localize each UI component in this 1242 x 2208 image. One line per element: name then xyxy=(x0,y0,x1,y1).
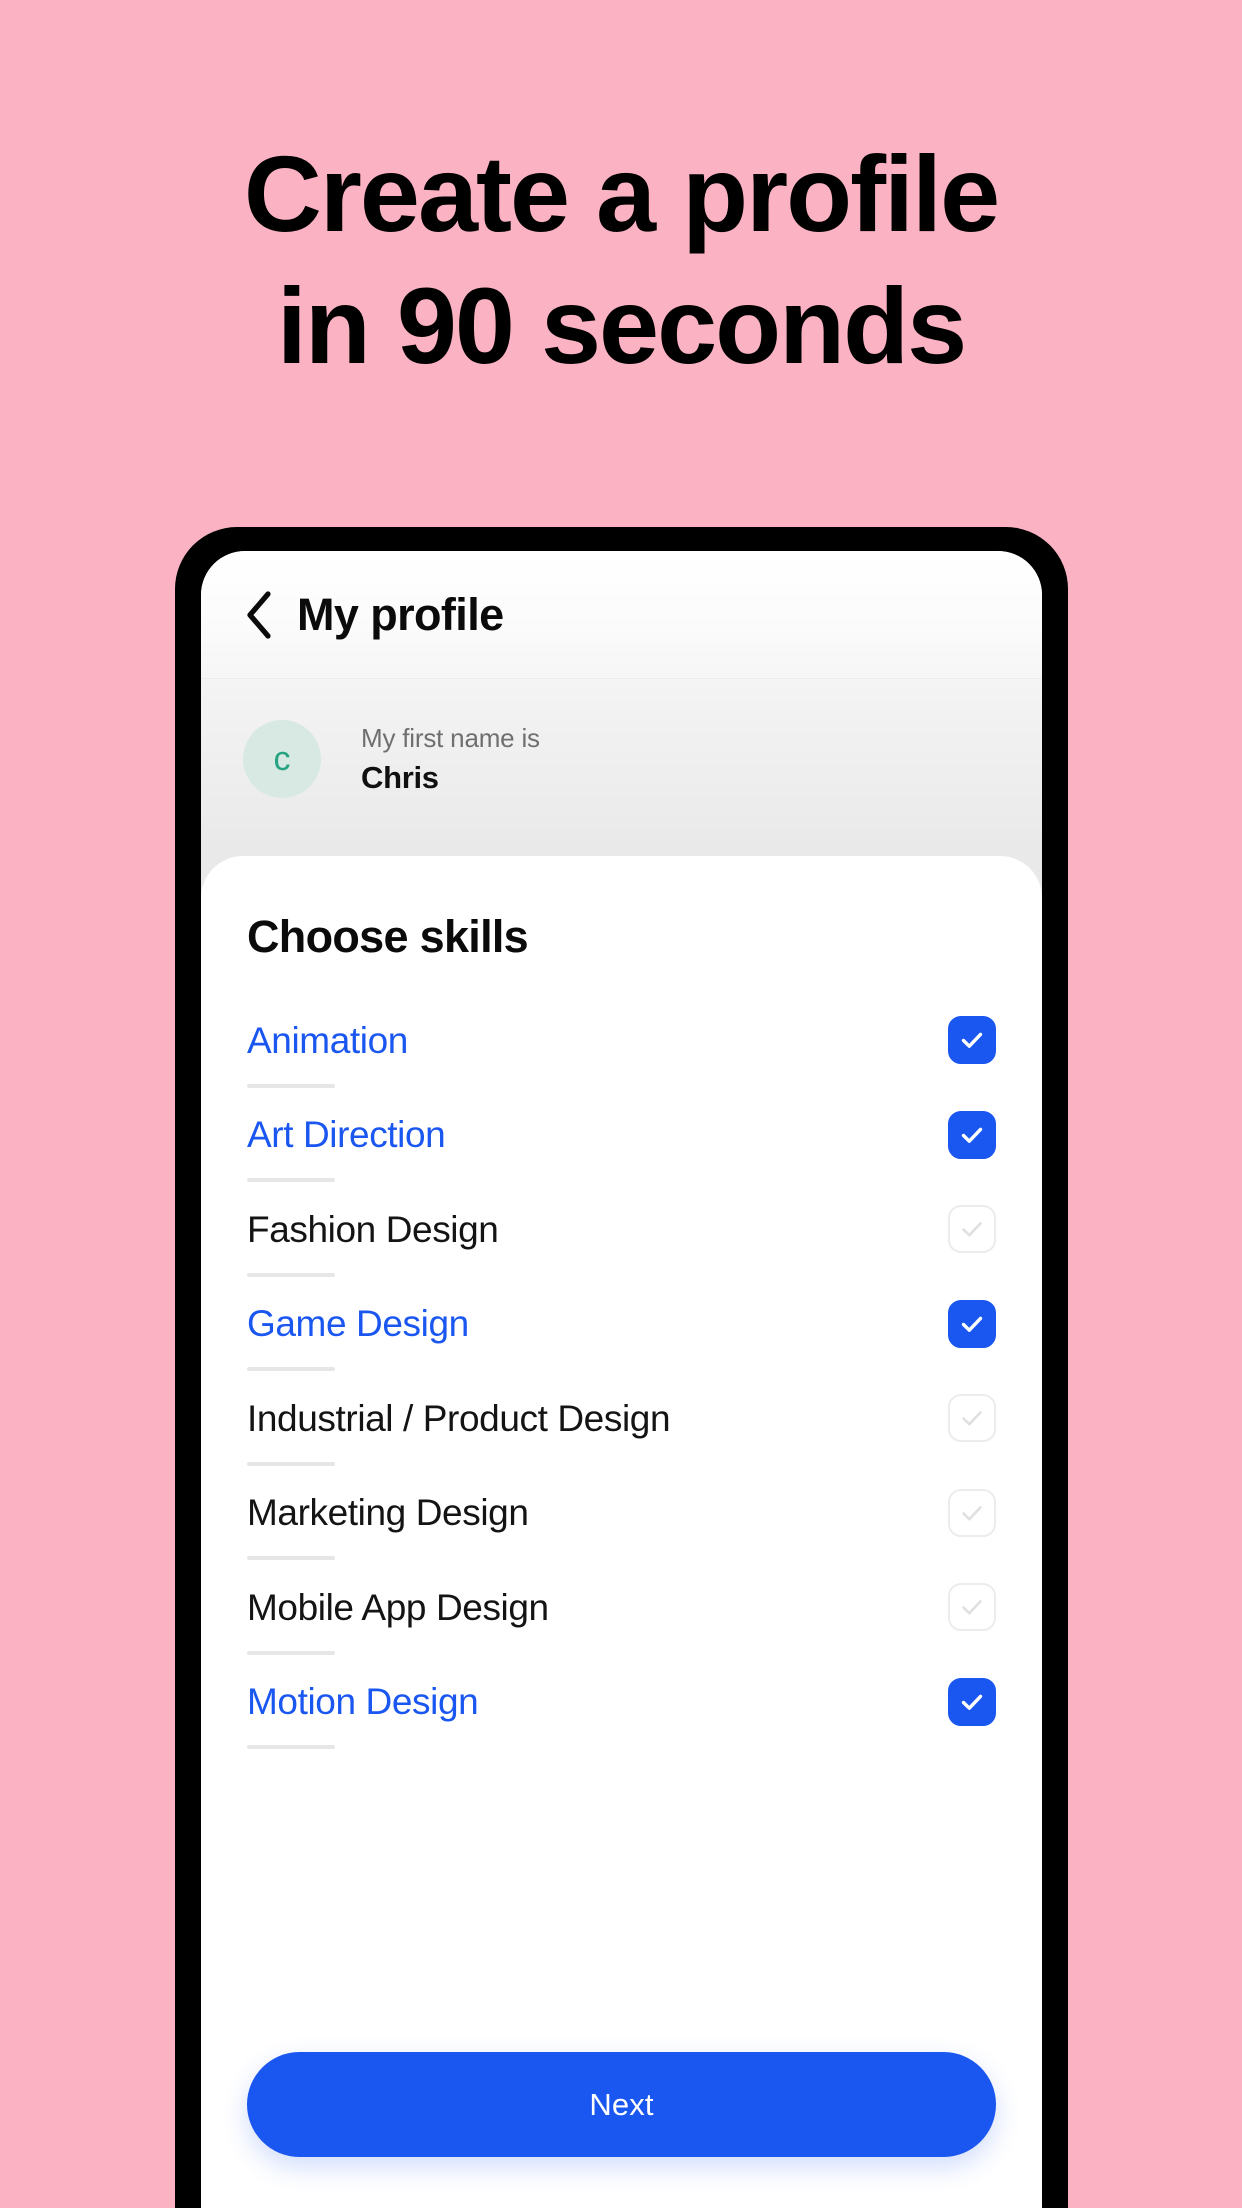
checkbox-unchecked-icon[interactable] xyxy=(948,1488,996,1537)
skill-row[interactable]: Game Design xyxy=(201,1277,1042,1371)
checkbox-unchecked-icon[interactable] xyxy=(948,1583,996,1632)
profile-summary-row[interactable]: c My first name is Chris xyxy=(201,679,1042,839)
skill-label: Art Direction xyxy=(247,1114,446,1156)
skill-label: Mobile App Design xyxy=(247,1586,549,1628)
choose-skills-sheet: Choose skills Animation Art Direction Fash… xyxy=(201,856,1042,2208)
chevron-left-icon xyxy=(242,589,276,641)
checkbox-checked-icon[interactable] xyxy=(948,1677,996,1726)
skill-row[interactable]: Animation xyxy=(201,993,1042,1088)
promo-headline: Create a profile in 90 seconds xyxy=(0,128,1242,392)
first-name-label: My first name is xyxy=(361,723,540,753)
checkbox-checked-icon[interactable] xyxy=(948,1110,996,1159)
skill-label: Marketing Design xyxy=(247,1492,529,1534)
avatar-initial: c xyxy=(273,740,291,778)
skill-row[interactable]: Industrial / Product Design xyxy=(201,1371,1042,1466)
sheet-title: Choose skills xyxy=(247,911,529,962)
skill-label: Animation xyxy=(247,1019,408,1061)
phone-mockup: My profile c My first name is Chris Choo… xyxy=(175,527,1068,2208)
promo-headline-line-1: Create a profile xyxy=(243,133,1000,254)
skill-row[interactable]: Art Direction xyxy=(201,1088,1042,1182)
skill-row[interactable]: Marketing Design xyxy=(201,1466,1042,1560)
skill-row[interactable]: Mobile App Design xyxy=(201,1560,1042,1655)
skill-label: Game Design xyxy=(247,1303,469,1345)
skill-label: Fashion Design xyxy=(247,1208,499,1250)
checkbox-checked-icon[interactable] xyxy=(948,1299,996,1348)
avatar: c xyxy=(243,720,321,798)
checkbox-checked-icon[interactable] xyxy=(948,1016,996,1065)
skill-list: Animation Art Direction Fashion Design Game… xyxy=(201,993,1042,1749)
page-title: My profile xyxy=(297,589,504,640)
back-button[interactable] xyxy=(233,589,285,641)
promo-headline-line-2: in 90 seconds xyxy=(276,265,967,386)
checkbox-unchecked-icon[interactable] xyxy=(948,1394,996,1443)
phone-screen: My profile c My first name is Chris Choo… xyxy=(201,551,1042,2208)
skill-label: Motion Design xyxy=(247,1681,479,1723)
skill-label: Industrial / Product Design xyxy=(247,1397,671,1439)
next-button-bar: Next xyxy=(201,2022,1042,2208)
app-navbar: My profile xyxy=(201,551,1042,679)
next-button[interactable]: Next xyxy=(247,2052,996,2157)
first-name-value: Chris xyxy=(361,760,439,795)
checkbox-unchecked-icon[interactable] xyxy=(948,1205,996,1254)
profile-summary-text: My first name is Chris xyxy=(361,719,540,799)
row-divider xyxy=(247,1745,335,1749)
skill-row[interactable]: Fashion Design xyxy=(201,1182,1042,1277)
skill-row[interactable]: Motion Design xyxy=(201,1655,1042,1749)
